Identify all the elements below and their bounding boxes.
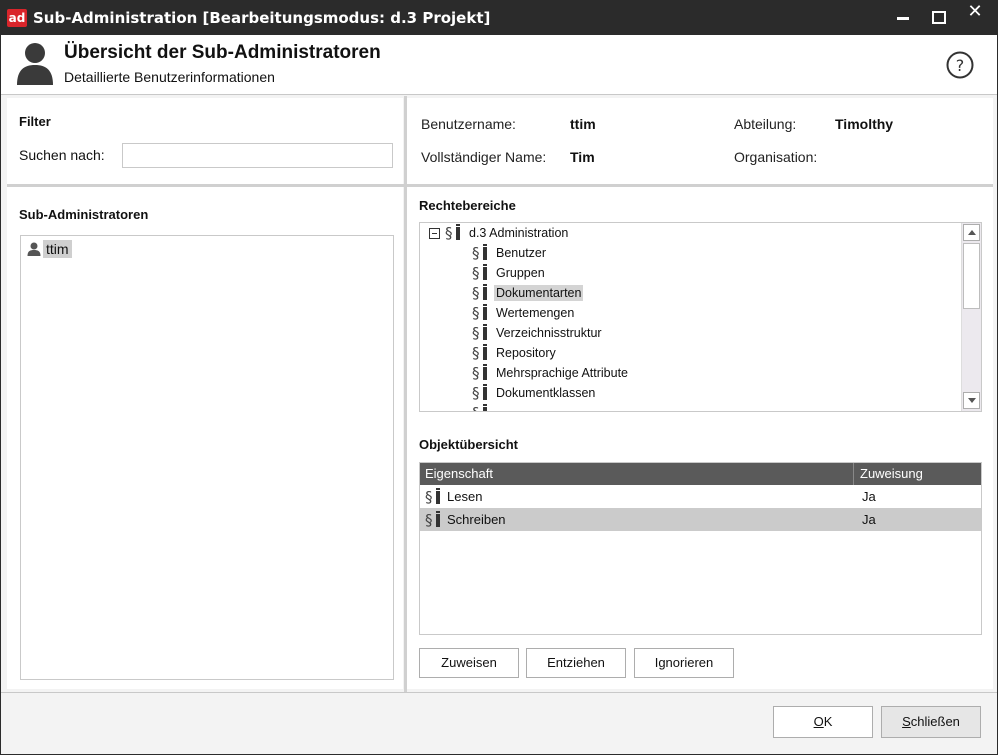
tree-item-label: Mehrsprachige Attribute	[496, 366, 629, 380]
table-row[interactable]: Schreiben Ja	[420, 508, 981, 531]
svg-text:?: ?	[956, 56, 965, 75]
minimize-icon	[897, 17, 909, 20]
tree-item-dokumentarten[interactable]: Dokumentarten	[472, 283, 584, 303]
assignment-cell: Ja	[862, 489, 876, 504]
paragraph-icon	[472, 384, 487, 402]
paragraph-icon	[472, 404, 487, 411]
fullname-label: Vollständiger Name:	[421, 149, 547, 165]
close-window-button[interactable]: ✕	[955, 1, 995, 35]
paragraph-icon	[425, 510, 440, 529]
tree-item-dokumentklassen[interactable]: Dokumentklassen	[472, 383, 597, 403]
page-header: Übersicht der Sub-Administratoren Detail…	[1, 35, 997, 95]
revoke-button[interactable]: Entziehen	[526, 648, 626, 678]
maximize-button[interactable]	[919, 1, 959, 35]
tree-item-label: d.3 Administration	[469, 226, 569, 240]
window-title: Sub-Administration [Bearbeitungsmodus: d…	[33, 9, 491, 27]
subadmin-panel: Sub-Administratoren ttim	[7, 187, 403, 689]
ok-mnemonic: O	[813, 714, 824, 729]
tree-item-label: Repository	[496, 346, 556, 360]
paragraph-icon	[472, 304, 487, 322]
fullname-value: Tim	[570, 149, 595, 165]
tree-item-root[interactable]: d.3 Administration	[429, 223, 570, 243]
department-value: Timolthy	[835, 116, 894, 132]
subadmin-list[interactable]: ttim	[20, 235, 394, 680]
rights-heading: Rechtebereiche	[419, 198, 516, 213]
ignore-button[interactable]: Ignorieren	[634, 648, 734, 678]
objects-heading: Objektübersicht	[419, 437, 518, 452]
collapse-icon[interactable]	[429, 227, 440, 239]
page-subtitle: Detaillierte Benutzerinformationen	[64, 69, 275, 85]
subadmin-name: ttim	[43, 239, 72, 258]
ok-button[interactable]: OK	[773, 706, 873, 738]
tree-item-label: Benutzer	[496, 246, 547, 260]
table-row[interactable]: Lesen Ja	[420, 485, 981, 508]
paragraph-icon	[425, 487, 440, 506]
subadmin-heading: Sub-Administratoren	[19, 207, 149, 222]
user-info-panel: Benutzername: ttim Vollständiger Name: T…	[407, 98, 993, 184]
search-label: Suchen nach:	[19, 147, 105, 163]
close-mnemonic: S	[902, 714, 911, 729]
scroll-down-button[interactable]	[963, 392, 980, 409]
close-label-rest: chließen	[910, 714, 960, 729]
paragraph-icon	[472, 324, 487, 342]
scroll-thumb[interactable]	[963, 243, 980, 309]
paragraph-icon	[472, 344, 487, 362]
property-cell: Schreiben	[425, 508, 506, 531]
close-icon: ✕	[967, 1, 983, 22]
rights-tree[interactable]: d.3 Administration Benutzer Gruppen Doku…	[419, 222, 982, 412]
tree-item-partial[interactable]	[472, 403, 494, 411]
app-logo: ad	[7, 9, 27, 27]
filter-heading: Filter	[19, 114, 51, 129]
tree-item-repository[interactable]: Repository	[472, 343, 558, 363]
person-icon	[17, 43, 53, 85]
tree-item-label: Gruppen	[496, 266, 545, 280]
close-button[interactable]: Schließen	[881, 706, 981, 738]
tree-item-label: Dokumentklassen	[496, 386, 596, 400]
paragraph-icon	[472, 364, 487, 382]
department-label: Abteilung:	[734, 116, 797, 132]
user-icon	[27, 242, 41, 256]
property-label: Schreiben	[447, 512, 506, 527]
rights-panel: Rechtebereiche d.3 Administration Benutz…	[407, 187, 993, 689]
username-value: ttim	[570, 116, 596, 132]
table-header: Eigenschaft Zuweisung	[420, 463, 981, 485]
tree-item-benutzer[interactable]: Benutzer	[472, 243, 548, 263]
paragraph-icon	[472, 264, 487, 282]
tree-viewport: d.3 Administration Benutzer Gruppen Doku…	[420, 223, 961, 411]
assignment-cell: Ja	[862, 512, 876, 527]
objects-table[interactable]: Eigenschaft Zuweisung Lesen Ja Schreiben…	[419, 462, 982, 635]
scroll-up-button[interactable]	[963, 224, 980, 241]
tree-item-gruppen[interactable]: Gruppen	[472, 263, 547, 283]
paragraph-icon	[445, 224, 460, 242]
filter-panel: Filter Suchen nach:	[7, 98, 403, 184]
property-cell: Lesen	[425, 485, 482, 508]
column-header-property[interactable]: Eigenschaft	[420, 463, 854, 485]
username-label: Benutzername:	[421, 116, 516, 132]
tree-item-wertemengen[interactable]: Wertemengen	[472, 303, 576, 323]
tree-scrollbar[interactable]	[961, 223, 981, 411]
assign-button[interactable]: Zuweisen	[419, 648, 519, 678]
tree-item-label: Dokumentarten	[494, 285, 584, 301]
organization-label: Organisation:	[734, 149, 818, 165]
paragraph-icon	[472, 284, 487, 302]
ok-label-rest: K	[823, 714, 833, 729]
tree-item-label: Wertemengen	[496, 306, 575, 320]
help-icon[interactable]: ?	[945, 50, 975, 80]
tree-item-mehrsprachige-attribute[interactable]: Mehrsprachige Attribute	[472, 363, 630, 383]
page-title: Übersicht der Sub-Administratoren	[64, 42, 381, 63]
paragraph-icon	[472, 244, 487, 262]
dialog-footer: OK Schließen	[1, 692, 997, 754]
list-item[interactable]: ttim	[27, 238, 72, 259]
title-bar[interactable]: ad Sub-Administration [Bearbeitungsmodus…	[1, 1, 997, 35]
tree-item-label: Verzeichnisstruktur	[496, 326, 602, 340]
sub-administration-window: ad Sub-Administration [Bearbeitungsmodus…	[0, 0, 998, 755]
search-input[interactable]	[122, 143, 393, 168]
tree-item-verzeichnisstruktur[interactable]: Verzeichnisstruktur	[472, 323, 604, 343]
property-label: Lesen	[447, 489, 483, 504]
minimize-button[interactable]	[883, 1, 923, 35]
column-header-assignment[interactable]: Zuweisung	[855, 463, 981, 485]
maximize-icon	[932, 11, 946, 24]
